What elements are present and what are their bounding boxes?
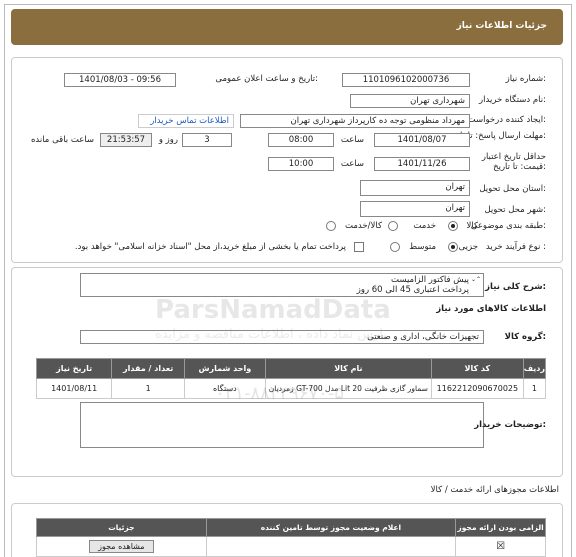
col-code: کد کالا bbox=[431, 358, 524, 379]
watermark-subtitle: پارس نماد داده ، اطلاعات مناقصه و مزایده bbox=[155, 327, 387, 342]
summary-line-1: پیش فاکتور الزامیست bbox=[391, 275, 469, 285]
summary-label: شرح کلی نیاز: bbox=[485, 282, 546, 292]
need-details-section: شماره نیاز: 1101096102000736 تاریخ و ساع… bbox=[11, 57, 563, 263]
price-deadline-label: حداقل تاریخ اعتبار قیمت: تا تاریخ: bbox=[481, 152, 546, 172]
need-number-label: شماره نیاز: bbox=[505, 74, 546, 84]
province-label: استان محل تحویل: bbox=[479, 184, 546, 194]
process-minor-radio[interactable] bbox=[448, 242, 458, 252]
process-minor-label: جزیی bbox=[458, 242, 478, 252]
col-row: ردیف bbox=[522, 358, 547, 379]
services-section: الزامی بودن ارائه مجوز اعلام وضعیت مجوز … bbox=[11, 503, 563, 557]
required-cell: ☒ bbox=[455, 536, 546, 557]
remaining-time-field: 21:53:57 bbox=[100, 133, 152, 147]
cell-code: 1162212090670025 bbox=[431, 378, 524, 399]
days-label: روز و bbox=[158, 135, 178, 145]
category-label: طبقه بندی موضوعی: bbox=[470, 221, 546, 231]
category-goods-radio[interactable] bbox=[448, 221, 458, 231]
col-name: نام کالا bbox=[264, 358, 433, 379]
city-label: شهر محل تحویل: bbox=[484, 205, 546, 215]
buyer-org-field[interactable]: شهرداری تهران bbox=[350, 94, 470, 108]
view-license-button[interactable]: مشاهده مجوز bbox=[89, 540, 154, 553]
send-date-field[interactable]: 1401/08/07 bbox=[374, 133, 470, 147]
category-goods-service-radio[interactable] bbox=[326, 221, 336, 231]
contact-link-box[interactable]: اطلاعات تماس خریدار bbox=[138, 114, 234, 128]
days-field[interactable]: 3 bbox=[182, 133, 232, 147]
goods-group-label: گروه کالا: bbox=[504, 332, 546, 342]
watermark-phone: ۰۲۱-۸۸۳۴۹۶۷۰-۵ bbox=[215, 383, 345, 404]
announce-field[interactable]: 1401/08/03 - 09:56 bbox=[64, 73, 176, 87]
buyer-notes-label: توضیحات خریدار: bbox=[474, 420, 546, 430]
price-time-field[interactable]: 10:00 bbox=[268, 157, 334, 171]
col-unit: واحد شمارش bbox=[183, 358, 266, 379]
send-time-field[interactable]: 08:00 bbox=[268, 133, 334, 147]
announce-label: تاریخ و ساعت اعلان عمومی: bbox=[215, 74, 318, 84]
send-time-label: ساعت bbox=[340, 135, 364, 145]
buyer-org-label: نام دستگاه خریدار: bbox=[479, 95, 546, 105]
col-required: الزامی بودن ارائه مجوز bbox=[455, 518, 546, 537]
details-cell: مشاهده مجوز bbox=[36, 536, 207, 557]
city-field[interactable]: تهران bbox=[360, 201, 470, 217]
category-service-label: خدمت bbox=[413, 221, 436, 231]
checkbox-icon: ☒ bbox=[496, 541, 506, 552]
col-status: اعلام وضعیت مجوز توسط تامین کننده bbox=[205, 518, 457, 537]
treasury-payment-checkbox[interactable] bbox=[354, 242, 364, 252]
summary-textarea[interactable]: پیش فاکتور الزامیست پرداخت اعتباری 45 ال… bbox=[80, 273, 484, 297]
cell-qty: 1 bbox=[111, 378, 185, 399]
page-title: جزئیات اطلاعات نیاز bbox=[456, 21, 547, 31]
scroll-arrows-icon[interactable]: ⌃⌄ bbox=[471, 275, 481, 285]
goods-info-title: اطلاعات کالاهای مورد نیاز bbox=[436, 304, 546, 314]
table-row: ☒ مشاهده مجوز bbox=[36, 536, 546, 557]
col-date: تاریخ نیاز bbox=[35, 358, 113, 379]
cell-date: 1401/08/11 bbox=[35, 378, 113, 399]
province-field[interactable]: تهران bbox=[360, 180, 470, 196]
cell-row: 1 bbox=[522, 378, 547, 399]
col-details: جزئیات bbox=[36, 518, 207, 537]
services-table-header: الزامی بودن ارائه مجوز اعلام وضعیت مجوز … bbox=[36, 518, 546, 537]
col-qty: تعداد / مقدار bbox=[111, 358, 185, 379]
status-cell bbox=[205, 536, 457, 557]
price-time-label: ساعت bbox=[340, 159, 364, 169]
goods-table-header: ردیف کد کالا نام کالا واحد شمارش تعداد /… bbox=[35, 358, 547, 379]
creator-field[interactable]: مهرداد منظومی توجه ده کارپرداز شهرداری ت… bbox=[240, 114, 470, 128]
process-medium-label: متوسط bbox=[409, 242, 436, 252]
price-date-field[interactable]: 1401/11/26 bbox=[374, 157, 470, 171]
creator-label: ایجاد کننده درخواست: bbox=[467, 115, 546, 125]
summary-line-2: پرداخت اعتباری 45 الی 60 روز bbox=[356, 285, 469, 295]
page-frame: جزئیات اطلاعات نیاز شماره نیاز: 11010961… bbox=[4, 4, 572, 557]
process-label: نوع فرآیند خرید : bbox=[485, 242, 546, 252]
treasury-payment-note: پرداخت تمام یا بخشی از مبلغ خرید،از محل … bbox=[74, 242, 346, 252]
remaining-label: ساعت باقی مانده bbox=[30, 135, 94, 145]
watermark-logo: ParsNamadData bbox=[155, 295, 391, 325]
page-header: جزئیات اطلاعات نیاز bbox=[11, 9, 563, 45]
services-title: اطلاعات مجوزهای ارائه خدمت / کالا bbox=[430, 485, 559, 495]
process-medium-radio[interactable] bbox=[390, 242, 400, 252]
category-goods-label: کالا bbox=[466, 221, 478, 231]
buyer-notes-box[interactable] bbox=[80, 402, 484, 448]
contact-buyer-link[interactable]: اطلاعات تماس خریدار bbox=[150, 116, 229, 126]
category-service-radio[interactable] bbox=[388, 221, 398, 231]
need-number-field[interactable]: 1101096102000736 bbox=[342, 73, 470, 87]
category-goods-service-label: کالا/خدمت bbox=[345, 221, 382, 231]
services-table: الزامی بودن ارائه مجوز اعلام وضعیت مجوز … bbox=[36, 518, 546, 557]
